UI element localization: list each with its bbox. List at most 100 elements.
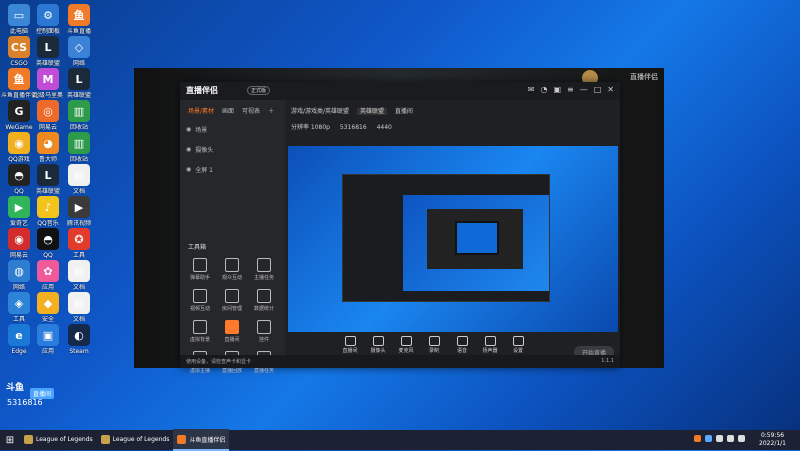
desktop-icon-label: QQ	[43, 252, 53, 259]
scene-label: 全屏 1	[195, 166, 213, 174]
app-icon: ◇	[68, 36, 90, 58]
tool-button[interactable]: 挂件	[248, 320, 280, 343]
desktop-icon[interactable]: L 英雄联盟	[56, 68, 102, 99]
app-icon: ▶	[68, 196, 90, 218]
tray-icon[interactable]	[705, 435, 712, 442]
scene-item[interactable]: ◉ 场景	[186, 123, 285, 135]
bottom-tool-label: 摄像头	[370, 348, 386, 354]
background-window-title: 直播伴侣	[630, 73, 658, 81]
eye-icon[interactable]: ◉	[186, 126, 191, 133]
bell-icon[interactable]: ◔	[540, 85, 547, 94]
nested-core	[455, 221, 499, 255]
desktop-icon[interactable]: ▤ 文档	[56, 260, 102, 291]
room-label[interactable]: 直播间	[395, 108, 413, 115]
scene-tabs: 场景/素材 画面 可视表 ＋	[180, 100, 285, 115]
desktop-icon-label: 工具	[72, 252, 85, 259]
header-icons: ✉ ◔ ▣ ≡ — □ ✕	[528, 85, 614, 94]
tool-button[interactable]: 主播任务	[248, 258, 280, 281]
tool-button[interactable]: 直播间	[216, 320, 248, 343]
clock-date: 2022/1/1	[759, 440, 786, 447]
scene-item[interactable]: ◉ 摄像头	[186, 143, 285, 155]
bottom-tool-button[interactable]: 录制	[420, 336, 448, 354]
tool-button[interactable]: 数据统计	[248, 289, 280, 312]
desktop-icon[interactable]: ◐ Steam	[56, 324, 102, 355]
resolution-label[interactable]: 分辨率 1080p	[291, 124, 330, 131]
desktop-icon[interactable]: ▤ 文档	[56, 164, 102, 195]
tool-label: 挂件	[258, 337, 269, 343]
tool-button[interactable]: 观众互动	[216, 258, 248, 281]
desktop-icon[interactable]: ▤ 文档	[56, 292, 102, 323]
tool-label: 观众互动	[221, 275, 242, 281]
streaming-app-window[interactable]: 直播伴侣 正式版 ✉ ◔ ▣ ≡ — □ ✕ 场景/素材 画面 可视表 ＋ ◉ 场…	[180, 82, 620, 374]
app-icon: ▤	[68, 292, 90, 314]
bottom-tool-icon	[372, 336, 384, 346]
tool-label: 数据统计	[253, 306, 274, 312]
tool-button[interactable]: 弹幕助手	[184, 258, 216, 281]
tab-canvas[interactable]: 画面	[222, 106, 234, 115]
tray-icon[interactable]	[716, 435, 723, 442]
bottom-tool-button[interactable]: 语音	[448, 336, 476, 354]
minimize-icon[interactable]: —	[580, 85, 588, 94]
tool-icon	[257, 258, 271, 272]
scene-label: 摄像头	[195, 146, 214, 154]
tool-button[interactable]: 虚拟背景	[184, 320, 216, 343]
app-icon: ▥	[68, 132, 90, 154]
desktop-icon-label: 网络	[12, 284, 25, 291]
network-icon[interactable]	[727, 435, 734, 442]
taskbar-item[interactable]: 斗鱼直播伴侣	[173, 429, 230, 451]
bottom-tool-label: 录制	[428, 348, 439, 354]
taskbar-item[interactable]: League of Legends	[20, 429, 97, 451]
tool-icon	[225, 289, 239, 303]
eye-icon[interactable]: ◉	[186, 166, 191, 173]
desktop-icon[interactable]: ▶ 腾讯视频	[56, 196, 102, 227]
category-label[interactable]: 游戏/游戏类/英雄联盟	[291, 108, 349, 115]
scene-item[interactable]: ◉ 全屏 1	[186, 163, 285, 175]
bottom-tool-icon	[484, 336, 496, 346]
tool-label: 房间管理	[221, 306, 242, 312]
maximize-icon[interactable]: □	[594, 85, 602, 94]
category-tag[interactable]: 英雄联盟	[356, 108, 387, 115]
desktop-icon-label: 腾讯视频	[66, 220, 91, 227]
tray-icon[interactable]	[694, 435, 701, 442]
desktop-icon[interactable]: ◇ 网络	[56, 36, 102, 67]
tool-button[interactable]: 房间管理	[216, 289, 248, 312]
eye-icon[interactable]: ◉	[186, 146, 191, 153]
close-icon[interactable]: ✕	[607, 85, 614, 94]
tool-label: 直播间	[224, 337, 240, 343]
clock-time: 0:59:56	[760, 432, 785, 439]
desktop-icon-label: 文档	[72, 284, 85, 291]
taskbar-item[interactable]: League of Legends	[97, 429, 174, 451]
taskbar-label: 斗鱼直播伴侣	[189, 436, 226, 444]
add-scene-icon[interactable]: ＋	[268, 106, 274, 115]
tool-label: 直播任务	[253, 368, 274, 374]
desktop-icon[interactable]: ▥ 回收站	[56, 132, 102, 163]
tab-scenes[interactable]: 场景/素材	[188, 106, 214, 115]
bottom-tool-button[interactable]: 直播间	[336, 336, 364, 354]
desktop-icon[interactable]: 鱼斗鱼直播	[56, 4, 102, 35]
volume-icon[interactable]	[738, 435, 745, 442]
app-icon: ◐	[68, 324, 90, 346]
desktop-icon[interactable]: ▥ 回收站	[56, 100, 102, 131]
skin-icon[interactable]: ▣	[553, 85, 561, 94]
desktop-icon-label: QQ	[14, 188, 24, 195]
bottom-tool-button[interactable]: 扬声器	[476, 336, 504, 354]
bottom-tool-button[interactable]: 设置	[504, 336, 532, 354]
windows-start-icon[interactable]: ⊞	[0, 430, 20, 450]
app-icon	[24, 434, 33, 444]
tool-button[interactable]: 视频互动	[184, 289, 216, 312]
clock[interactable]: 0:59:56 2022/1/1	[759, 432, 786, 448]
tab-visual[interactable]: 可视表	[242, 106, 260, 115]
bottom-tool-button[interactable]: 麦克风	[392, 336, 420, 354]
desktop-icon-label: 文档	[72, 316, 85, 323]
room-id: 5316816	[339, 124, 367, 131]
message-icon[interactable]: ✉	[528, 85, 535, 94]
stream-preview[interactable]	[288, 146, 618, 332]
menu-icon[interactable]: ≡	[567, 85, 574, 94]
app-icon: ✪	[68, 228, 90, 250]
tool-icon	[257, 289, 271, 303]
overlay-room-number: 5316816	[7, 398, 43, 407]
version-badge[interactable]: 正式版	[247, 86, 271, 95]
desktop-icon-label: 英雄联盟	[66, 92, 91, 99]
bottom-tool-button[interactable]: 摄像头	[364, 336, 392, 354]
desktop-icon[interactable]: ✪ 工具	[56, 228, 102, 259]
